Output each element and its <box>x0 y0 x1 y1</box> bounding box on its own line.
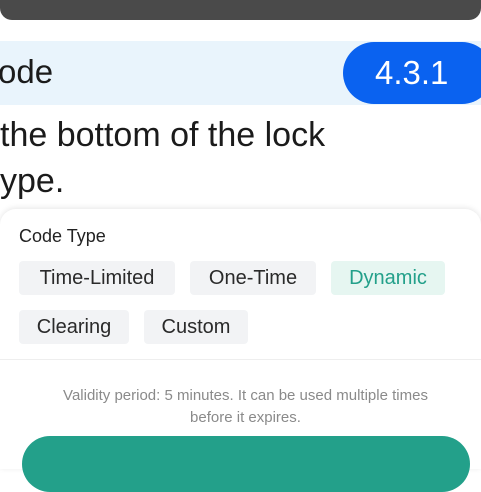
validity-hint: Validity period: 5 minutes. It can be us… <box>0 385 481 429</box>
top-bar-fill <box>0 0 481 20</box>
primary-action-button[interactable] <box>22 436 470 492</box>
validity-hint-line-1: Validity period: 5 minutes. It can be us… <box>63 387 428 404</box>
validity-hint-line-2: before it expires. <box>190 409 301 426</box>
top-bar <box>0 0 481 20</box>
option-clearing[interactable]: Clearing <box>19 310 129 344</box>
option-one-time[interactable]: One-Time <box>190 261 316 295</box>
option-custom[interactable]: Custom <box>144 310 248 344</box>
code-type-label: Code Type <box>19 226 106 246</box>
header-title: ode <box>0 53 54 90</box>
instruction-line-1: the bottom of the lock <box>0 116 326 154</box>
option-time-limited[interactable]: Time-Limited <box>19 261 175 295</box>
option-dynamic[interactable]: Dynamic <box>331 261 445 295</box>
version-badge: 4.3.1 <box>343 42 481 104</box>
instruction-text: the bottom of the lock ype. <box>0 112 481 204</box>
instruction-line-2: ype. <box>0 162 65 200</box>
divider <box>0 359 481 360</box>
